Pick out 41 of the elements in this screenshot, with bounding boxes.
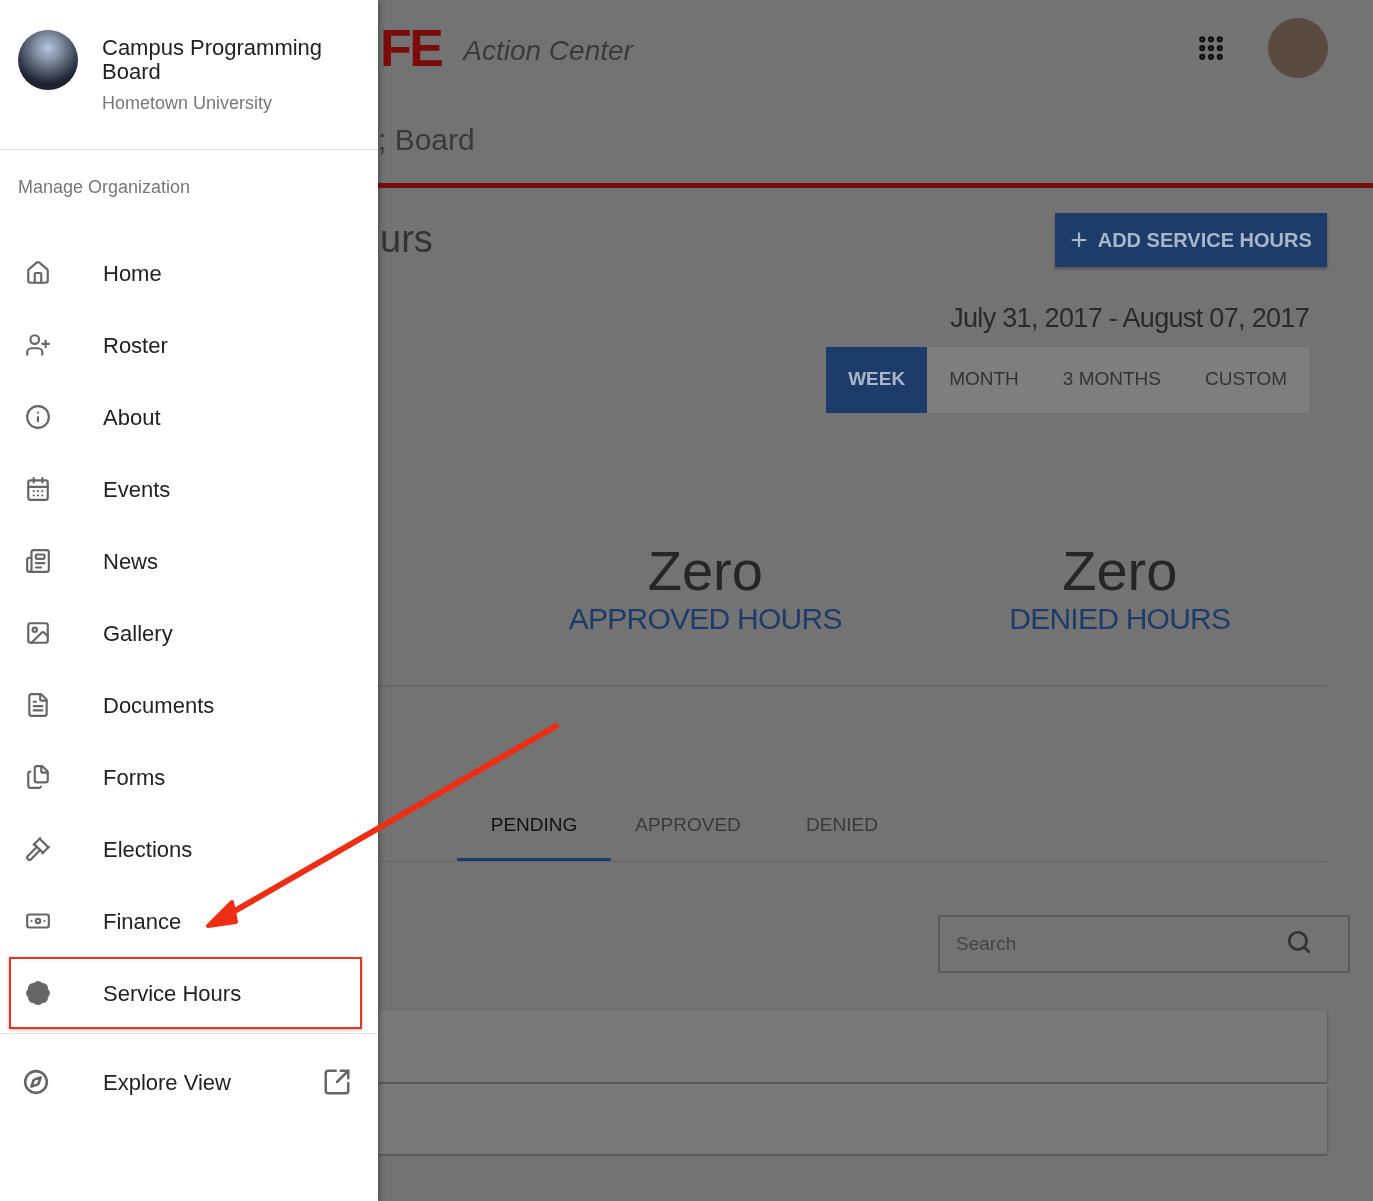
menu-item[interactable]: Service Hours [9, 957, 362, 1029]
menu-item[interactable]: Documents [9, 669, 362, 741]
menu-item[interactable]: Forms [9, 741, 362, 813]
explore-view-link[interactable]: Explore View [0, 1034, 378, 1130]
home-icon [25, 260, 51, 286]
menu-item[interactable]: Home [9, 237, 362, 309]
logo: FE [380, 21, 442, 74]
menu-item[interactable]: News [9, 525, 362, 597]
stat-label: DENIED HOURS [1009, 600, 1231, 637]
period-tab[interactable]: WEEK [826, 346, 928, 413]
menu-item[interactable]: Elections [9, 813, 362, 885]
organization-avatar [18, 30, 78, 90]
menu-item[interactable]: Finance [9, 885, 362, 957]
menu-item[interactable]: Roster [9, 309, 362, 381]
add-service-hours-button[interactable]: + ADD SERVICE HOURS [1055, 212, 1327, 267]
organization-title: ; Board [378, 121, 476, 158]
menu-item[interactable]: Gallery [9, 597, 362, 669]
badge-icon [25, 980, 51, 1006]
compass-icon [23, 1069, 49, 1095]
section-label: Manage Organization [17, 176, 192, 199]
menu-item[interactable]: Events [9, 453, 362, 525]
organization-name: Campus Programming Board [102, 36, 324, 84]
newspaper-icon [25, 548, 51, 574]
stat-value: Zero [1062, 540, 1178, 601]
menu-item[interactable]: About [9, 381, 362, 453]
page-title: urs [380, 217, 433, 262]
stat-label: APPROVED HOURS [568, 600, 842, 637]
gavel-icon [25, 836, 51, 862]
info-icon [25, 404, 51, 430]
external-link-icon [322, 1067, 352, 1097]
organization-school: Hometown University [102, 92, 274, 115]
stat-value: Zero [647, 540, 763, 601]
image-icon [25, 620, 51, 646]
files-icon [25, 764, 51, 790]
app-title: Action Center [463, 33, 633, 68]
date-range: July 31, 2017 - August 07, 2017 [950, 302, 1309, 335]
search-icon [1286, 928, 1312, 955]
calendar-icon [25, 476, 51, 502]
status-tab[interactable]: PENDING [457, 792, 611, 861]
document-icon [25, 692, 51, 718]
add-user-icon [25, 332, 51, 358]
